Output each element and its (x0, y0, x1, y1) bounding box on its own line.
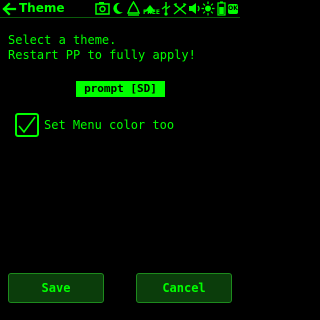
camera-icon (95, 2, 110, 15)
save-button[interactable]: Save (8, 273, 104, 303)
free-memory-label: FREE (143, 9, 160, 16)
wireless-icon (173, 3, 187, 15)
cancel-button[interactable]: Cancel (136, 273, 232, 303)
theme-selector[interactable]: prompt [SD] (76, 81, 165, 97)
volume-icon (189, 3, 200, 14)
menu-color-checkbox-label: Set Menu color too (44, 118, 175, 132)
brightness-icon (201, 1, 215, 16)
checkmark-icon (18, 116, 36, 134)
moon-icon (113, 2, 123, 14)
ok-icon[interactable]: OK (228, 4, 238, 14)
menu-color-checkbox[interactable] (15, 113, 39, 137)
instruction-text: Select a theme. Restart PP to fully appl… (8, 33, 196, 62)
battery-icon (217, 1, 226, 16)
alarm-icon (127, 1, 140, 16)
usb-icon (161, 2, 171, 16)
status-bar: FREE OK (94, 0, 240, 18)
title-bar: Theme FREE OK (0, 0, 240, 18)
back-arrow-icon[interactable] (1, 1, 17, 17)
page-title: Theme (19, 1, 65, 15)
